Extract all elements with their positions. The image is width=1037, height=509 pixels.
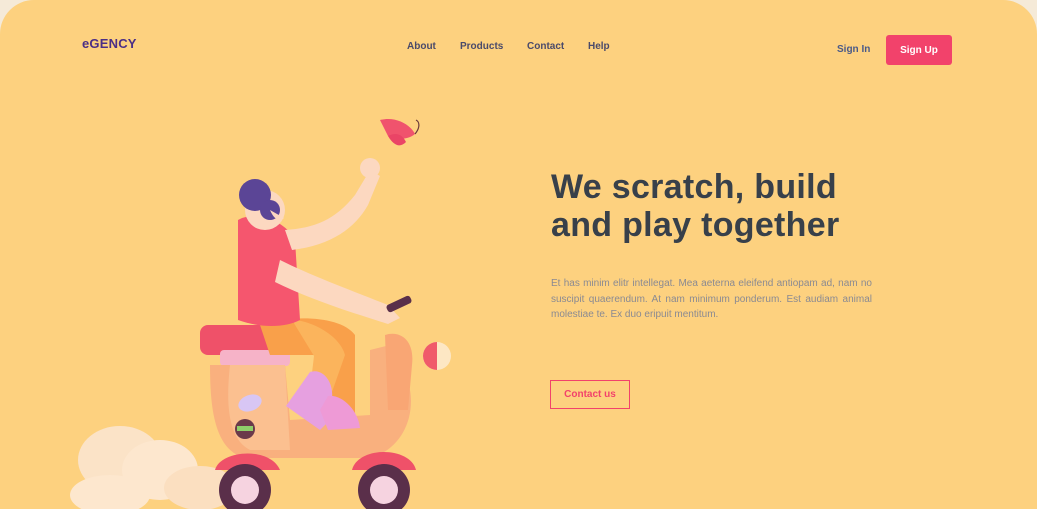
smoke-cloud: [70, 426, 236, 509]
hero-description: Et has minim elitr intellegat. Mea aeter…: [551, 278, 872, 320]
butterfly-icon: [380, 118, 420, 146]
hero-headline-line2: and play together: [551, 206, 840, 244]
nav-about[interactable]: About: [407, 41, 436, 52]
nav-help[interactable]: Help: [588, 41, 610, 52]
nav-contact[interactable]: Contact: [527, 41, 564, 52]
landing-page: eGENCY About Products Contact Help Sign …: [0, 0, 1037, 509]
contact-us-button[interactable]: Contact us: [550, 380, 630, 409]
hero-illustration: [70, 118, 451, 509]
sign-up-button[interactable]: Sign Up: [886, 35, 952, 65]
nav-products[interactable]: Products: [460, 41, 503, 52]
hero-headline-line1: We scratch, build: [551, 168, 837, 206]
hero-headline: We scratch, build and play together: [551, 168, 911, 244]
sign-in-link[interactable]: Sign In: [837, 44, 870, 55]
brand-logo[interactable]: eGENCY: [82, 36, 137, 51]
